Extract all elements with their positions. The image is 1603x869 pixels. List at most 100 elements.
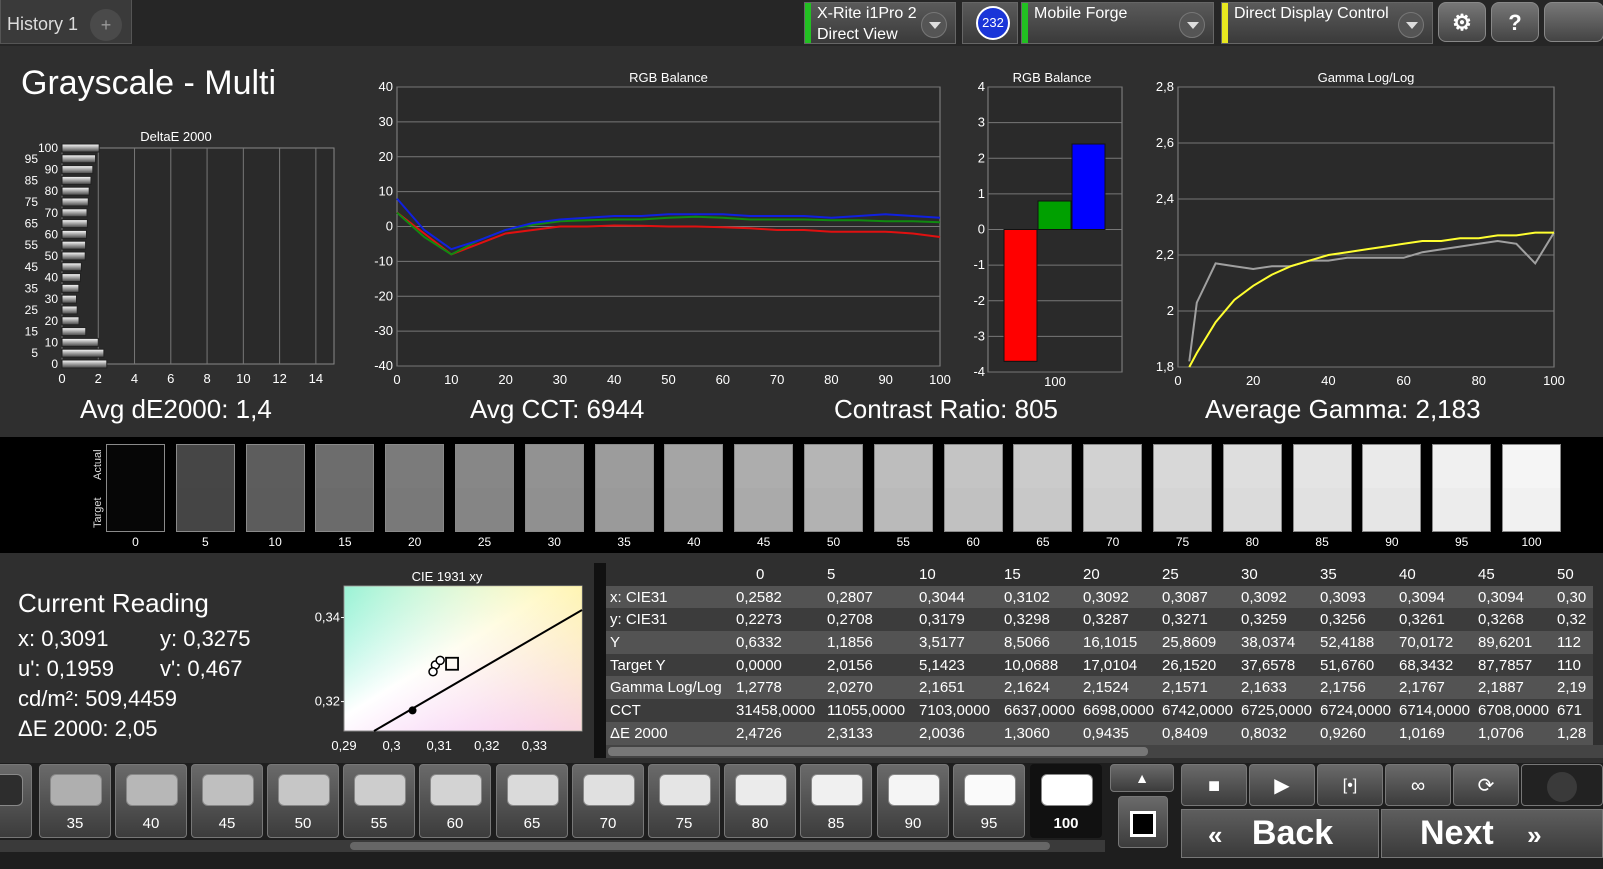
chevron-down-icon[interactable] — [1398, 12, 1424, 38]
table-cell: 2,1651 — [915, 676, 1000, 700]
patch-button[interactable]: 35 — [39, 764, 111, 838]
control-selector[interactable]: Direct Display Control — [1221, 2, 1433, 44]
deltae-bar — [61, 359, 108, 369]
gray-swatch[interactable] — [1292, 444, 1352, 532]
control-status-stripe — [1222, 3, 1228, 43]
table-cell: 25 — [1158, 563, 1237, 586]
balance-bar — [1003, 229, 1038, 362]
target-swatch — [665, 488, 723, 531]
stop-big-button[interactable] — [1118, 796, 1168, 848]
gray-swatch[interactable] — [664, 444, 724, 532]
patch-button[interactable]: 85 — [800, 764, 872, 838]
patch-button[interactable]: 80 — [724, 764, 796, 838]
gray-swatch[interactable] — [524, 444, 584, 532]
gray-swatch[interactable] — [455, 444, 514, 532]
scroll-up-button[interactable]: ▲ — [1110, 764, 1174, 792]
row-header: Target Y — [606, 653, 732, 677]
patch-label: 45 — [218, 815, 236, 832]
y-tick-label: 45 — [25, 260, 39, 274]
gray-swatch[interactable] — [1362, 444, 1422, 532]
x-tick-label: 8 — [203, 371, 210, 386]
patch-scrollbar-thumb[interactable] — [350, 842, 1050, 850]
gray-swatch[interactable] — [594, 444, 654, 532]
help-button[interactable]: ? — [1491, 2, 1539, 42]
next-button[interactable]: Next » — [1381, 809, 1603, 858]
patch-color — [278, 774, 330, 806]
x-tick-label: 100 — [1543, 373, 1565, 388]
y-tick-label: -30 — [374, 323, 393, 338]
patch-button[interactable]: 45 — [191, 764, 263, 838]
deltae-bar — [61, 240, 87, 250]
patch-button[interactable]: 75 — [648, 764, 720, 838]
continuous-button[interactable]: ∞ — [1385, 764, 1451, 806]
patch-button[interactable]: 70 — [572, 764, 644, 838]
refresh-button[interactable]: ⟳ — [1453, 764, 1519, 806]
gray-swatch[interactable] — [1222, 444, 1282, 532]
add-tab-button[interactable]: + — [90, 9, 122, 41]
patch-color — [583, 774, 635, 806]
display-selector[interactable]: Mobile Forge — [1021, 2, 1214, 44]
table-scrollbar-thumb[interactable] — [608, 747, 1148, 756]
table-cell: 0,3092 — [1079, 585, 1158, 609]
deltae-bar — [61, 197, 89, 207]
patch-button[interactable]: 95 — [953, 764, 1025, 838]
table-cell: 89,6201 — [1474, 631, 1553, 654]
gray-swatch[interactable] — [734, 444, 794, 532]
patch-button[interactable]: 50 — [267, 764, 339, 838]
current-reading-panel: Current Reading x: 0,3091 y: 0,3275 u': 0… — [18, 588, 251, 744]
patch-button[interactable]: 40 — [115, 764, 187, 838]
table-cell: 2,1756 — [1316, 676, 1395, 700]
patch-button[interactable]: 65 — [496, 764, 568, 838]
chevron-down-icon[interactable] — [921, 12, 947, 38]
table-cell: 0,8032 — [1237, 721, 1316, 745]
gray-swatch[interactable] — [175, 444, 235, 532]
gray-swatch[interactable] — [106, 444, 165, 532]
chevron-down-icon[interactable] — [1179, 12, 1205, 38]
table-cell: 671 — [1553, 699, 1593, 722]
table-cell: 0,3271 — [1158, 608, 1237, 632]
table-cell: 52,4188 — [1316, 631, 1395, 654]
patch-button[interactable]: 0 — [0, 764, 32, 838]
next-label: Next — [1420, 814, 1494, 852]
patch-button[interactable]: 60 — [419, 764, 491, 838]
x-tick-label: 0 — [1174, 373, 1181, 388]
gray-swatch[interactable] — [943, 444, 1003, 532]
gray-swatch[interactable] — [385, 444, 445, 532]
gray-swatch[interactable] — [1083, 444, 1143, 532]
x-tick-label: 20 — [498, 372, 512, 387]
gray-swatch[interactable] — [1153, 444, 1212, 532]
meter-selector[interactable]: X-Rite i1Pro 2 Direct View — [804, 2, 956, 44]
gray-swatch[interactable] — [245, 444, 305, 532]
gray-swatch[interactable] — [1502, 444, 1561, 532]
gray-swatch[interactable] — [315, 444, 375, 532]
measure-once-button[interactable]: [•] — [1317, 764, 1383, 806]
gray-swatch[interactable] — [873, 444, 933, 532]
x-tick-label: 6 — [167, 371, 174, 386]
stop-button[interactable]: ■ — [1181, 764, 1247, 806]
meter-readings-badge[interactable]: 232 — [976, 6, 1010, 40]
patch-button[interactable]: 100 — [1030, 764, 1102, 838]
back-button[interactable]: « Back — [1181, 809, 1379, 858]
patch-scrollbar[interactable] — [0, 840, 1105, 852]
patch-label: 90 — [904, 815, 922, 832]
record-icon — [1547, 771, 1577, 802]
row-header: Gamma Log/Log — [606, 676, 732, 700]
actual-swatch — [525, 445, 583, 488]
more-button[interactable] — [1544, 2, 1603, 42]
y-tick-label: 40 — [45, 271, 59, 285]
gray-swatch[interactable] — [1013, 444, 1073, 532]
settings-button[interactable]: ⚙ — [1438, 2, 1486, 42]
gray-swatch[interactable] — [1432, 444, 1492, 532]
table-cell: 40 — [1395, 563, 1474, 586]
table-cell: 6698,0000 — [1079, 699, 1158, 722]
play-button[interactable]: ▶ — [1249, 764, 1315, 806]
patch-button[interactable]: 55 — [343, 764, 415, 838]
patch-label: 0 — [0, 815, 31, 832]
x-tick-label: 70 — [770, 372, 784, 387]
patch-button[interactable]: 90 — [877, 764, 949, 838]
patch-color — [126, 774, 178, 806]
gray-swatch[interactable] — [804, 444, 863, 532]
table-scrollbar[interactable] — [606, 745, 1603, 758]
table-cell: 5 — [823, 563, 915, 586]
record-button[interactable] — [1521, 764, 1603, 806]
